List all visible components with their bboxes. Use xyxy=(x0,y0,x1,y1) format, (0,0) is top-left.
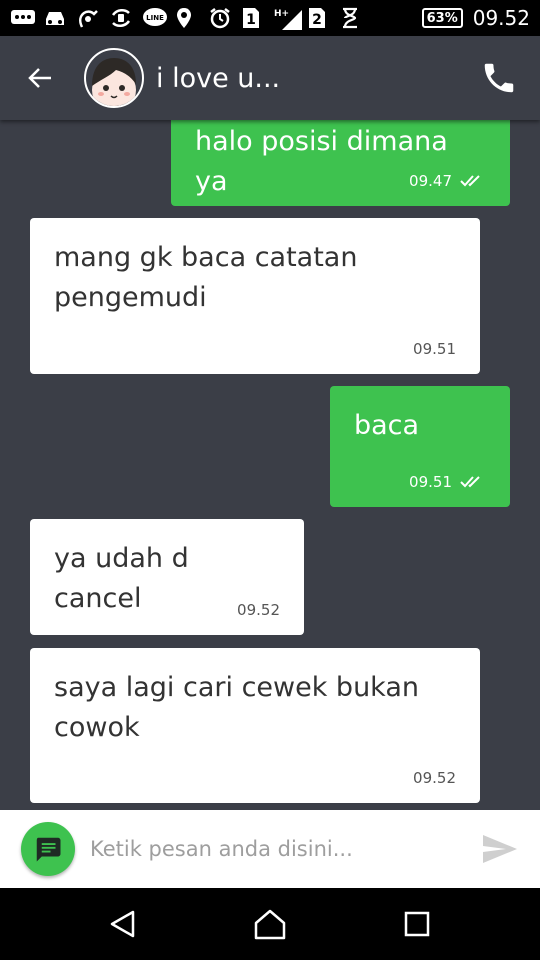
message-bubble-outgoing[interactable]: baca 09.51 xyxy=(330,386,510,507)
home-icon xyxy=(254,909,286,940)
status-bar: LINE 1 H+ 2 63% 09.52 xyxy=(0,0,540,36)
sim1-icon: 1 xyxy=(241,7,265,29)
message-bubble-incoming[interactable]: saya lagi cari cewek bukan cowok 09.52 xyxy=(30,648,480,803)
nav-back-button[interactable] xyxy=(88,888,158,960)
message-bubble-incoming[interactable]: mang gk baca catatan pengemudi 09.51 xyxy=(30,218,480,374)
location-icon xyxy=(175,7,199,29)
avatar[interactable] xyxy=(84,48,144,108)
car-icon xyxy=(43,7,67,29)
status-clock: 09.52 xyxy=(472,6,530,30)
nav-recents-button[interactable] xyxy=(382,888,452,960)
phone-sync-icon xyxy=(109,7,133,29)
message-meta: 09.52 xyxy=(237,601,280,619)
message-input[interactable] xyxy=(90,837,460,861)
navigation-bar xyxy=(0,888,540,960)
message-composer xyxy=(0,810,540,888)
message-icon xyxy=(36,837,61,862)
message-time: 09.51 xyxy=(413,340,456,358)
message-text: saya lagi cari cewek bukan cowok xyxy=(54,672,420,743)
message-time: 09.47 xyxy=(409,172,452,190)
nav-home-button[interactable] xyxy=(235,888,305,960)
svg-text:H+: H+ xyxy=(274,9,289,19)
message-list[interactable]: halo posisi dimana ya 09.47 mang gk baca… xyxy=(0,120,540,810)
sim2-icon: 2 xyxy=(307,7,331,29)
svg-text:LINE: LINE xyxy=(146,14,164,22)
line-icon: LINE xyxy=(142,7,167,29)
message-time: 09.52 xyxy=(413,769,456,787)
alarm-icon xyxy=(208,7,232,29)
double-check-icon xyxy=(460,175,480,187)
phone-icon xyxy=(484,63,514,93)
message-bubble-outgoing[interactable]: halo posisi dimana ya 09.47 xyxy=(171,120,510,206)
quick-reply-button[interactable] xyxy=(21,822,75,876)
message-time: 09.52 xyxy=(237,601,280,619)
message-meta: 09.51 xyxy=(413,340,456,358)
square-recents-icon xyxy=(404,911,429,937)
send-icon xyxy=(483,835,517,863)
message-bubble-incoming[interactable]: ya udah d cancel 09.52 xyxy=(30,519,304,635)
hourglass-icon xyxy=(340,7,364,29)
message-meta: 09.47 xyxy=(409,172,486,190)
contact-name[interactable]: i love u... xyxy=(156,63,464,94)
message-meta: 09.51 xyxy=(409,473,486,491)
double-check-icon xyxy=(460,476,480,488)
message-text: baca xyxy=(354,410,420,441)
arrow-left-icon xyxy=(28,68,51,88)
battery-indicator: 63% xyxy=(421,8,463,28)
hand-icon xyxy=(76,7,100,29)
message-text: halo posisi dimana ya xyxy=(195,126,448,197)
svg-text:1: 1 xyxy=(246,12,256,28)
message-text: mang gk baca catatan pengemudi xyxy=(54,242,358,313)
back-button[interactable] xyxy=(0,36,80,120)
message-meta: 09.52 xyxy=(413,769,456,787)
svg-text:2: 2 xyxy=(312,12,322,28)
h-plus-signal-icon: H+ xyxy=(274,7,302,30)
send-button[interactable] xyxy=(460,810,540,888)
message-time: 09.51 xyxy=(409,473,452,491)
messages-icon xyxy=(10,7,35,29)
chat-header: i love u... xyxy=(0,36,540,120)
status-icons: LINE 1 H+ 2 xyxy=(10,7,416,30)
triangle-back-icon xyxy=(111,910,135,938)
call-button[interactable] xyxy=(464,36,534,120)
avatar-face-icon xyxy=(92,58,136,106)
